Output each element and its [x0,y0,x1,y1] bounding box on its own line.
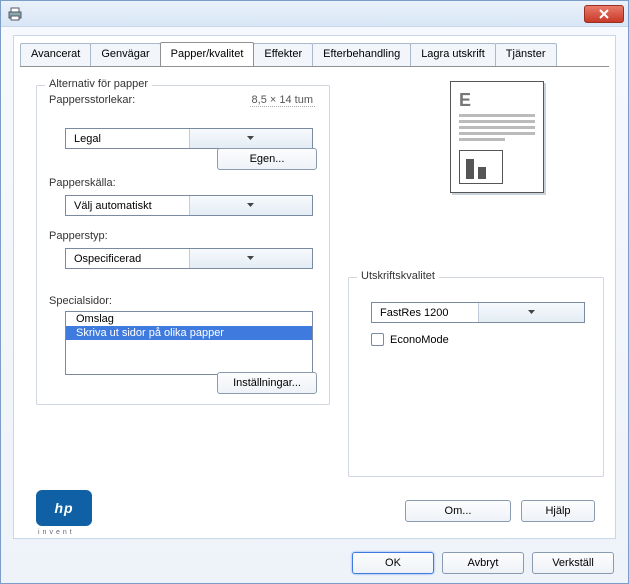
tab-finishing[interactable]: Efterbehandling [312,43,411,67]
about-button[interactable]: Om... [405,500,511,522]
custom-size-button[interactable]: Egen... [217,148,317,170]
tab-store-print[interactable]: Lagra utskrift [410,43,496,67]
ok-button[interactable]: OK [352,552,434,574]
dialog-content: Avancerat Genvägar Papper/kvalitet Effek… [13,35,616,539]
preview-text-lines-icon [459,114,535,144]
tab-advanced[interactable]: Avancerat [20,43,91,67]
chevron-down-icon [189,196,313,215]
close-button[interactable] [584,5,624,23]
titlebar [1,1,628,27]
tab-shortcuts[interactable]: Genvägar [90,43,160,67]
apply-button[interactable]: Verkställ [532,552,614,574]
paper-source-value: Välj automatiskt [66,200,189,212]
paper-size-dropdown[interactable]: Legal [65,128,313,149]
preview-letter-icon: E [459,90,471,111]
print-quality-label: Utskriftskvalitet [357,270,439,282]
tab-paper-quality[interactable]: Papper/kvalitet [160,42,255,66]
paper-size-value: Legal [66,133,189,145]
settings-button[interactable]: Inställningar... [217,372,317,394]
economode-label: EconoMode [390,334,449,346]
dialog-button-bar: OK Avbryt Verkställ [1,543,628,583]
tab-panel: Alternativ för papper Pappersstorlekar: … [20,66,609,538]
chevron-down-icon [189,129,313,148]
chevron-down-icon [189,249,313,268]
cancel-button[interactable]: Avbryt [442,552,524,574]
preview-chart-icon [459,150,503,184]
print-quality-dropdown[interactable]: FastRes 1200 [371,302,585,323]
help-button[interactable]: Hjälp [521,500,595,522]
paper-options-label: Alternativ för papper [45,78,152,90]
paper-source-label: Papperskälla: [49,177,329,189]
list-item-covers[interactable]: Omslag [66,312,312,326]
printer-icon [7,6,23,22]
paper-size-info: 8,5 × 14 tum [250,94,315,107]
tab-strip: Avancerat Genvägar Papper/kvalitet Effek… [14,36,615,66]
special-pages-listbox[interactable]: Omslag Skriva ut sidor på olika papper [65,311,313,375]
print-dialog-window: Avancerat Genvägar Papper/kvalitet Effek… [0,0,629,584]
print-quality-group: Utskriftskvalitet FastRes 1200 EconoMode [348,277,604,477]
paper-source-dropdown[interactable]: Välj automatiskt [65,195,313,216]
print-quality-value: FastRes 1200 [372,307,478,319]
list-item-diff-paper[interactable]: Skriva ut sidor på olika papper [66,326,312,340]
economode-checkbox[interactable] [371,333,384,346]
page-preview: E [450,81,544,193]
hp-logo: hp [36,490,92,526]
hp-logo-text: hp [54,500,73,516]
special-pages-label: Specialsidor: [49,295,329,307]
paper-type-dropdown[interactable]: Ospecificerad [65,248,313,269]
paper-type-value: Ospecificerad [66,253,189,265]
chevron-down-icon [478,303,585,322]
paper-options-group: Alternativ för papper Pappersstorlekar: … [36,85,330,405]
hp-logo-sub: invent [38,529,75,536]
tab-effects[interactable]: Effekter [253,43,313,67]
tab-services[interactable]: Tjänster [495,43,557,67]
paper-type-label: Papperstyp: [49,230,329,242]
